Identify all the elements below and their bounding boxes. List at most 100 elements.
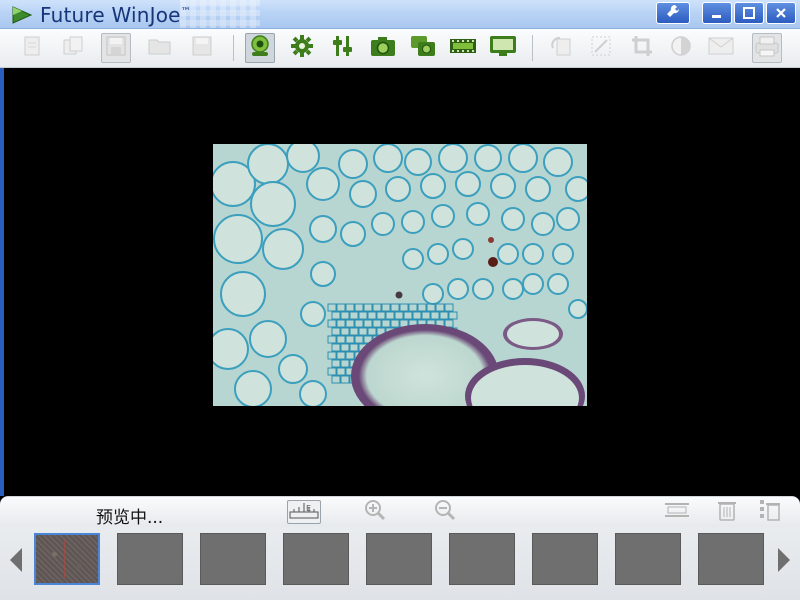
specimen-cell [340, 221, 366, 247]
contrast-icon [669, 34, 693, 62]
thumbnail-slot[interactable] [117, 533, 183, 585]
zoom-out-button[interactable] [428, 500, 462, 524]
specimen-cell [490, 173, 516, 199]
specimen-cell [250, 181, 296, 227]
specimen-cell [286, 144, 320, 173]
specimen-cell [385, 176, 411, 202]
specimen-cell [309, 215, 337, 243]
specimen-cell [427, 243, 449, 265]
specimen-cell [349, 180, 377, 208]
status-text: 预览中... [96, 508, 164, 528]
trash-icon [717, 499, 737, 525]
wrench-icon [665, 3, 681, 23]
close-icon [775, 4, 787, 23]
zoom-in-icon [364, 499, 386, 525]
camera-preview-button[interactable] [245, 33, 275, 63]
app-title: Future WinJoe™ [40, 3, 191, 27]
specimen-cell [310, 261, 336, 287]
snapshot-button[interactable] [368, 33, 398, 63]
video-film-icon [449, 36, 477, 60]
thumbnail-prev-button[interactable] [8, 545, 24, 579]
specimen-cell [474, 144, 502, 172]
settings-gear-icon [290, 34, 314, 62]
settings-button[interactable] [287, 33, 317, 63]
thumbnail-slot[interactable] [449, 533, 515, 585]
specimen-cell [338, 149, 368, 179]
app-logo-icon [10, 6, 34, 28]
adjust-sliders-icon [331, 34, 355, 62]
fit-width-button[interactable] [660, 500, 694, 524]
multi-capture-icon [410, 34, 436, 62]
zoom-out-icon [434, 499, 456, 525]
chevron-left-icon [9, 547, 23, 577]
new-icon [22, 35, 42, 61]
save-button[interactable] [187, 33, 217, 63]
specimen-cell [234, 370, 272, 406]
specimen-cell [431, 204, 455, 228]
rotate-button[interactable] [546, 33, 576, 63]
specimen-cell [508, 144, 538, 173]
specimen-cell [497, 243, 519, 265]
thumbnail-slot[interactable] [532, 533, 598, 585]
delete-button[interactable] [710, 500, 744, 524]
specimen-cell [531, 212, 555, 236]
specimen-cell [373, 144, 403, 173]
thumbnail-slot[interactable] [698, 533, 764, 585]
rotate-icon [549, 34, 573, 62]
open-folder-icon [148, 36, 172, 60]
resize-button[interactable] [586, 33, 616, 63]
maximize-icon [743, 4, 755, 23]
ruler-button[interactable]: E [287, 500, 321, 524]
thumbnail-slot[interactable] [366, 533, 432, 585]
contrast-button[interactable] [666, 33, 696, 63]
resize-icon [589, 34, 613, 62]
thumbnail-selected[interactable] [34, 533, 100, 585]
delete-all-button[interactable] [753, 500, 787, 524]
toolbar [0, 29, 800, 68]
status-bar: 预览中... E [0, 496, 800, 528]
email-button[interactable] [706, 33, 736, 63]
specimen-cell [371, 212, 395, 236]
zoom-in-button[interactable] [358, 500, 392, 524]
multi-capture-button[interactable] [408, 33, 438, 63]
specimen-cell [522, 243, 544, 265]
specimen-cell [249, 320, 287, 358]
copy-button[interactable] [58, 33, 88, 63]
minimize-icon [711, 4, 723, 23]
thumbnail-slot[interactable] [200, 533, 266, 585]
new-button[interactable] [17, 33, 47, 63]
crop-button[interactable] [627, 33, 657, 63]
screen-button[interactable] [488, 33, 518, 63]
adjust-sliders-button[interactable] [328, 33, 358, 63]
open-folder-button[interactable] [145, 33, 175, 63]
minimize-button[interactable] [702, 2, 732, 24]
specimen-cell [556, 207, 580, 231]
specimen-cell [522, 273, 544, 295]
title-bar: Future WinJoe™ [0, 0, 800, 29]
thumbnail-next-button[interactable] [776, 545, 792, 579]
specimen-cell [402, 248, 424, 270]
print-button[interactable] [752, 33, 782, 63]
specimen-cell [401, 210, 425, 234]
thumbnail-slot[interactable] [615, 533, 681, 585]
thumbnail-slot[interactable] [283, 533, 349, 585]
record-video-button[interactable] [448, 33, 478, 63]
save-as-button[interactable] [101, 33, 131, 63]
specimen-cell [568, 299, 587, 319]
maximize-button[interactable] [734, 2, 764, 24]
toolbar-separator [233, 35, 234, 61]
svg-text:E: E [306, 504, 311, 513]
specimen-cell [404, 148, 432, 176]
specimen-cell [547, 273, 569, 295]
specimen-cell [525, 176, 551, 202]
fit-width-icon [664, 501, 690, 523]
chevron-right-icon [777, 547, 791, 577]
specimen-cell [247, 144, 289, 185]
close-button[interactable] [766, 2, 796, 24]
specimen-cell [552, 243, 574, 265]
copy-icon [62, 35, 84, 61]
specimen-cell [501, 207, 525, 231]
specimen-cell [466, 202, 490, 226]
specimen-cell [300, 301, 326, 327]
tools-button[interactable] [656, 2, 690, 24]
